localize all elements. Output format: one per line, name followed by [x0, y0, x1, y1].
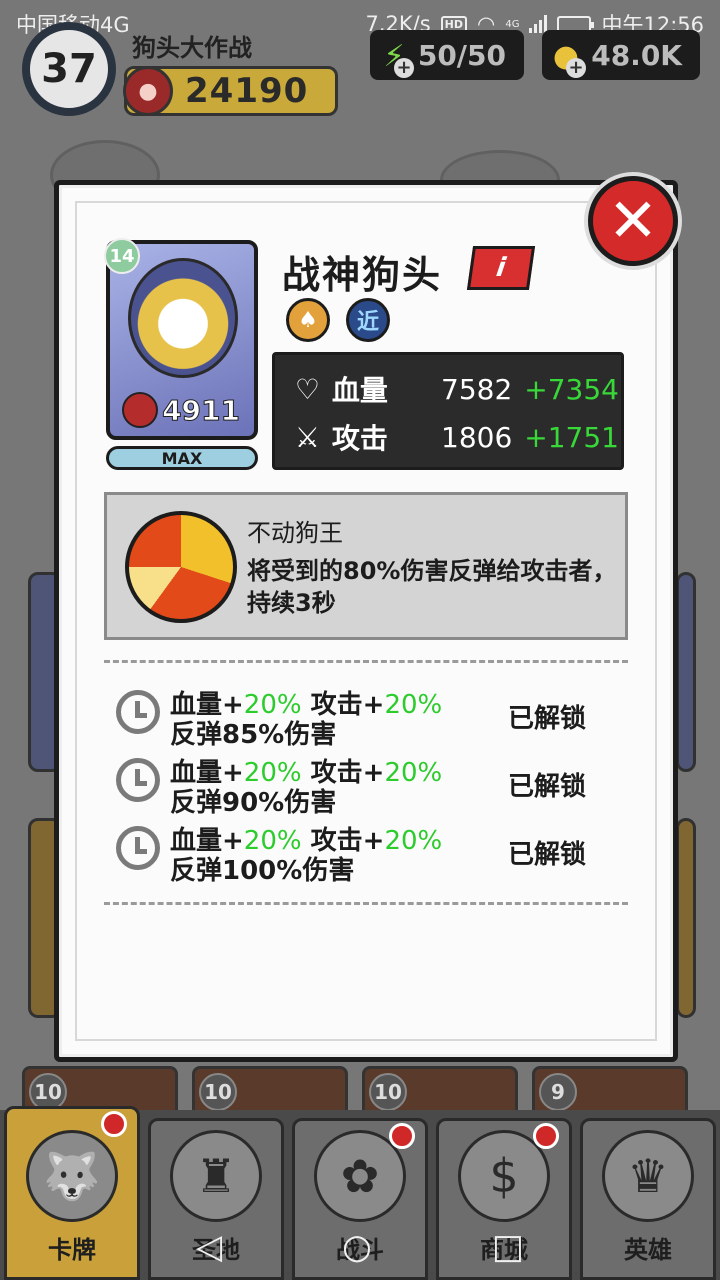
unlock-atk-bonus: 20%: [384, 826, 443, 856]
unlock-effect: 反弹90%伤害: [170, 788, 337, 818]
alarm-clock-icon: [116, 758, 160, 802]
unlock-atk-bonus: 20%: [384, 758, 443, 788]
coin-icon: ●: [552, 38, 580, 74]
stat-value: 7582: [441, 372, 513, 406]
background-card: 9: [532, 1066, 688, 1116]
hero-icon: ♛: [602, 1130, 694, 1222]
info-icon: i: [494, 253, 508, 283]
unlock-row: 血量+20% 攻击+20% 反弹100%伤害 已解锁: [110, 820, 620, 886]
unlock-status: 已解锁: [508, 704, 587, 734]
unlock-effect: 反弹85%伤害: [170, 720, 337, 750]
unlock-row: 血量+20% 攻击+20% 反弹85%伤害 已解锁: [110, 684, 620, 750]
coin-value: 48.0K: [591, 38, 682, 72]
hero-power: 4911: [120, 392, 248, 428]
energy-counter[interactable]: ⚡ + 50/50: [370, 30, 524, 80]
background-card: 10: [362, 1066, 518, 1116]
coin-counter[interactable]: ● + 48.0K: [542, 30, 700, 80]
boxing-glove-icon: [122, 392, 158, 428]
skill-description: 将受到的80%伤害反弹给攻击者，持续3秒: [247, 557, 617, 617]
unlock-row: 血量+20% 攻击+20% 反弹90%伤害 已解锁: [110, 752, 620, 818]
castle-icon: ♜: [170, 1130, 262, 1222]
stat-bonus: +1751: [524, 420, 619, 454]
recents-icon[interactable]: □: [492, 1227, 524, 1267]
stat-bonus: +7354: [524, 372, 619, 406]
alarm-clock-icon: [116, 690, 160, 734]
add-coin-icon[interactable]: +: [566, 58, 586, 78]
trophy-value: 24190: [185, 71, 309, 111]
background-card: 10: [192, 1066, 348, 1116]
unlock-atk-bonus: 20%: [384, 690, 443, 720]
close-button[interactable]: ✕: [588, 176, 678, 266]
divider: [104, 902, 628, 905]
system-nav-bar: ◁ ○ □: [0, 1214, 720, 1280]
stat-attack-row: ⚔ 攻击 1806 +1751: [289, 417, 619, 457]
hero-level-badge: 14: [104, 238, 140, 274]
unlock-status: 已解锁: [508, 772, 587, 802]
divider: [104, 660, 628, 663]
unlock-status: 已解锁: [508, 840, 587, 870]
info-button[interactable]: i: [466, 246, 536, 290]
boxing-glove-icon: ●: [123, 66, 173, 116]
rarity-icon: ♠: [286, 298, 330, 342]
card-level-badge: 9: [539, 1073, 577, 1111]
notification-dot: [101, 1111, 127, 1137]
notification-dot: [533, 1123, 559, 1149]
network-type: 4G: [505, 18, 520, 30]
sword-icon: ⚔: [294, 420, 320, 454]
player-level-badge[interactable]: 37: [22, 22, 116, 116]
card-level-badge: 10: [369, 1073, 407, 1111]
back-icon[interactable]: ◁: [196, 1227, 222, 1267]
hero-portrait: [128, 258, 238, 378]
stat-label: 攻击: [331, 422, 388, 455]
trophy-counter[interactable]: ● 24190: [123, 66, 338, 116]
heart-icon: ♡: [294, 372, 320, 406]
lightning-icon: ⚡: [383, 38, 405, 74]
alarm-clock-icon: [116, 826, 160, 870]
notification-dot: [389, 1123, 415, 1149]
skill-panel: 不动狗王 将受到的80%伤害反弹给攻击者，持续3秒: [104, 492, 628, 640]
stat-hp-row: ♡ 血量 7582 +7354: [289, 369, 619, 409]
unlock-effect: 反弹100%伤害: [170, 856, 355, 886]
skill-lightning-icon: [125, 511, 237, 623]
home-icon[interactable]: ○: [342, 1227, 372, 1267]
melee-tag: 近: [346, 298, 390, 342]
hero-name: 战神狗头: [282, 253, 443, 297]
add-energy-icon[interactable]: +: [394, 58, 414, 78]
energy-value: 50/50: [417, 38, 506, 72]
dog-icon: 🐺: [26, 1130, 118, 1222]
hero-stats-panel: ♡ 血量 7582 +7354 ⚔ 攻击 1806 +1751: [272, 352, 624, 470]
card-level-badge: 10: [199, 1073, 237, 1111]
stat-label: 血量: [331, 374, 388, 407]
stat-value: 1806: [441, 420, 513, 454]
close-icon: ✕: [607, 186, 659, 256]
skill-name: 不动狗王: [247, 519, 343, 547]
hero-power-value: 4911: [162, 393, 241, 427]
game-title: 狗头大作战: [132, 34, 252, 62]
max-level-bar: MAX: [106, 446, 258, 470]
